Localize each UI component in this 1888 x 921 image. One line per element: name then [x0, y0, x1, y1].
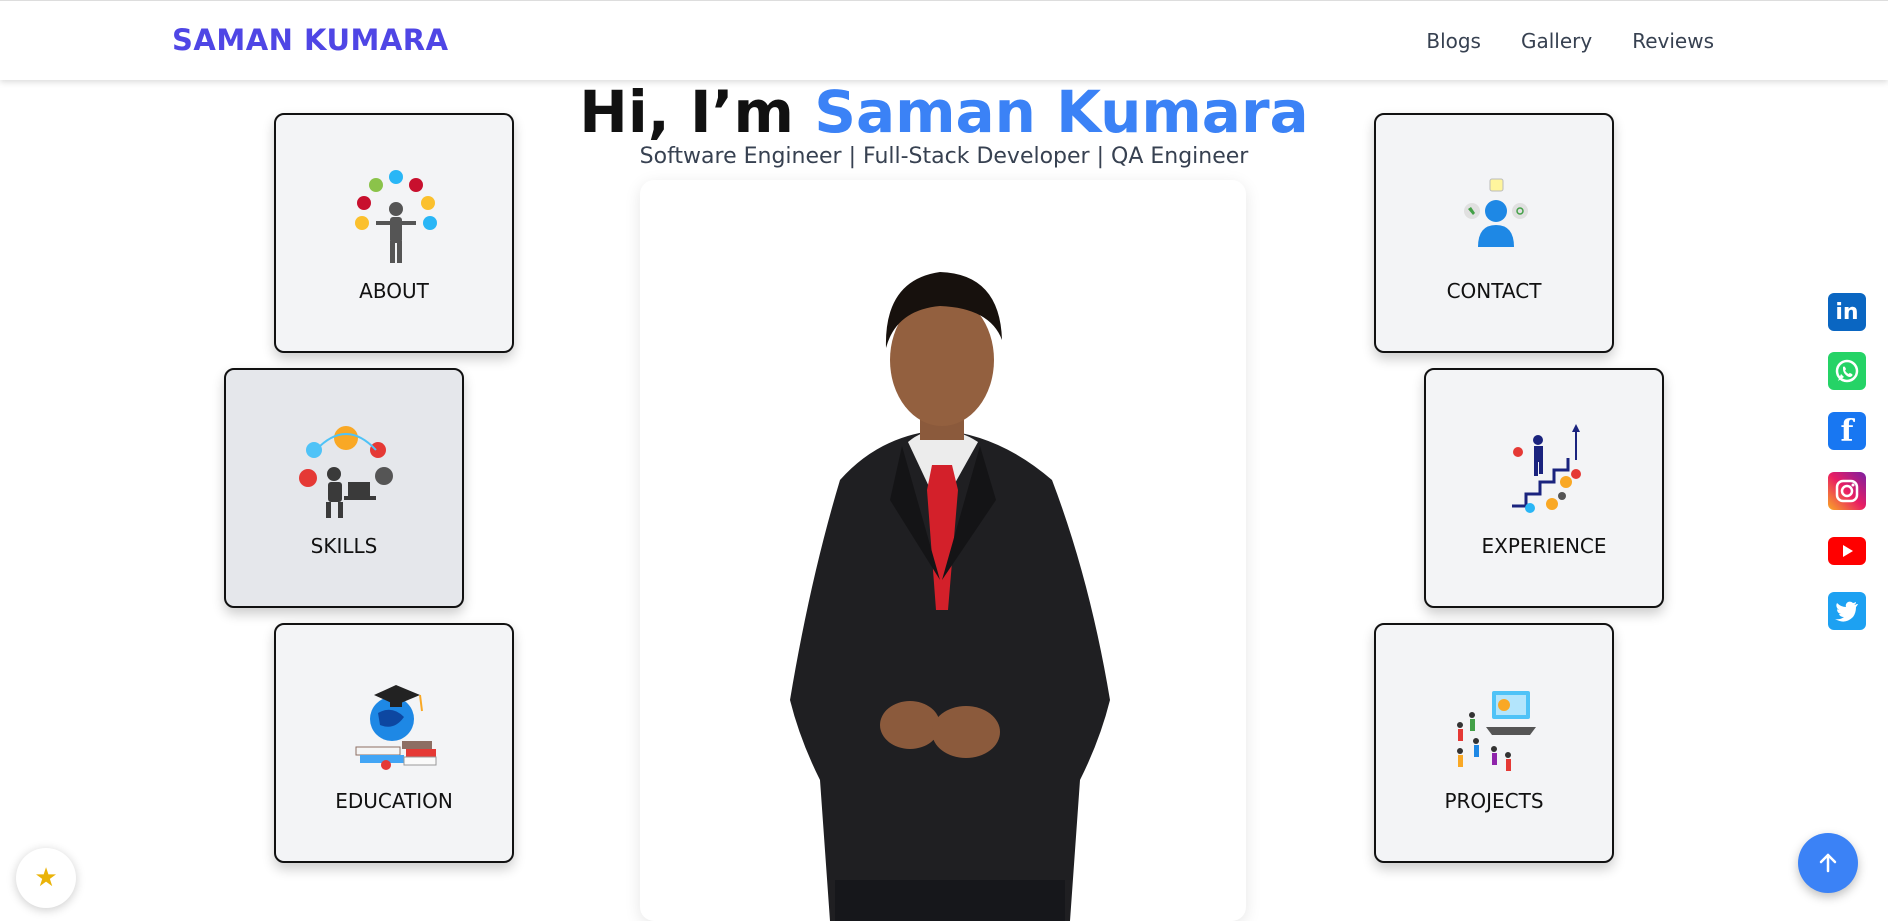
twitter-icon[interactable] [1828, 592, 1866, 630]
profile-photo-card [640, 180, 1246, 921]
card-skills-label: SKILLS [310, 534, 378, 558]
card-projects-label: PROJECTS [1444, 789, 1544, 813]
youtube-glyph [1843, 545, 1853, 557]
education-illustration-icon [355, 685, 437, 770]
linkedin-icon[interactable]: in [1828, 293, 1866, 331]
brand-logo[interactable]: SAMAN KUMARA [172, 23, 449, 57]
favorite-button[interactable]: ★ [16, 848, 76, 908]
skills-illustration-icon [299, 426, 393, 518]
arrow-up-icon [1819, 853, 1837, 873]
hero-name: Saman Kumara [814, 78, 1309, 146]
card-contact-label: CONTACT [1446, 279, 1542, 303]
star-icon: ★ [34, 863, 58, 893]
twitter-glyph [1835, 601, 1858, 622]
facebook-icon[interactable]: f [1828, 412, 1866, 450]
card-education[interactable]: EDUCATION [274, 623, 514, 863]
whatsapp-glyph [1835, 359, 1859, 383]
card-education-label: EDUCATION [335, 789, 453, 813]
nav-link-reviews[interactable]: Reviews [1632, 29, 1714, 53]
card-contact[interactable]: CONTACT [1374, 113, 1614, 353]
hero-greeting: Hi, I’m [579, 78, 815, 146]
profile-photo [790, 272, 1110, 921]
card-experience-label: EXPERIENCE [1481, 534, 1607, 558]
instagram-icon[interactable] [1828, 472, 1866, 510]
card-experience[interactable]: EXPERIENCE [1424, 368, 1664, 608]
contact-illustration-icon [1464, 178, 1528, 247]
whatsapp-icon[interactable] [1828, 352, 1866, 390]
card-skills[interactable]: SKILLS [224, 368, 464, 608]
about-illustration-icon [355, 170, 437, 263]
scroll-to-top-button[interactable] [1798, 833, 1858, 893]
nav-link-gallery[interactable]: Gallery [1521, 29, 1592, 53]
youtube-icon[interactable] [1828, 537, 1866, 565]
navbar: SAMAN KUMARA Blogs Gallery Reviews [0, 0, 1888, 80]
card-about-label: ABOUT [359, 279, 429, 303]
nav-links: Blogs Gallery Reviews [1426, 29, 1714, 53]
projects-illustration-icon [1457, 691, 1536, 771]
instagram-glyph [1835, 479, 1859, 503]
experience-illustration-icon [1512, 424, 1581, 513]
card-projects[interactable]: PROJECTS [1374, 623, 1614, 863]
nav-link-blogs[interactable]: Blogs [1426, 29, 1481, 53]
card-about[interactable]: ABOUT [274, 113, 514, 353]
